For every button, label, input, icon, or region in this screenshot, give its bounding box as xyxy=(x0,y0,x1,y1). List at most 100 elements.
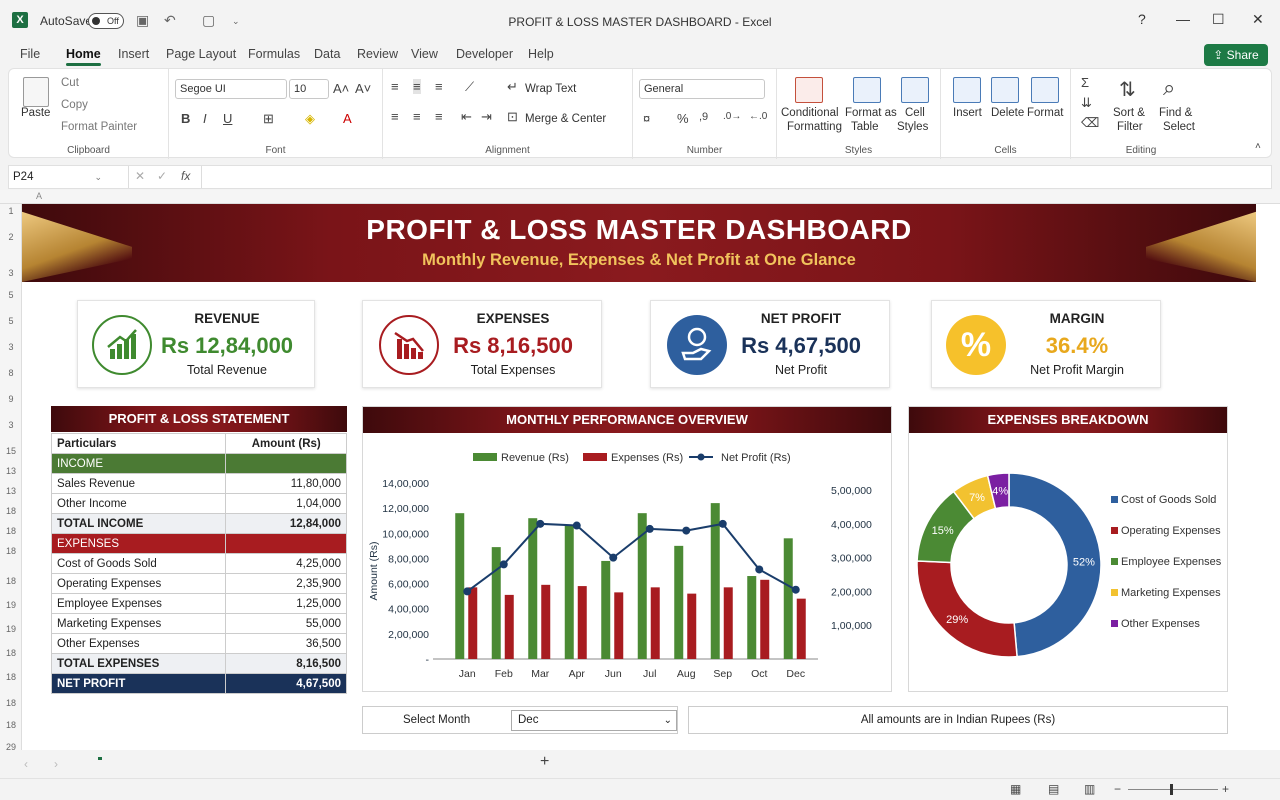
normal-view-icon[interactable]: ▦ xyxy=(1010,782,1021,796)
kpi-margin-card[interactable]: % MARGIN 36.4% Net Profit Margin xyxy=(931,300,1161,388)
format-painter-button[interactable]: Format Painter xyxy=(61,121,137,133)
tab-review[interactable]: Review xyxy=(357,47,398,61)
tab-formulas[interactable]: Formulas xyxy=(248,47,300,61)
tab-help[interactable]: Help xyxy=(528,47,554,61)
cut-button[interactable]: Cut xyxy=(61,77,79,89)
collapse-ribbon-icon[interactable]: ˄ xyxy=(1255,141,1261,152)
sort-filter-button[interactable]: Sort & xyxy=(1113,107,1145,119)
tab-view[interactable]: View xyxy=(411,47,438,61)
page-break-view-icon[interactable]: ▥ xyxy=(1084,782,1095,796)
align-bottom-icon[interactable]: ≡ xyxy=(435,79,443,94)
increase-font-icon[interactable]: A˄ xyxy=(333,81,349,96)
clear-icon[interactable]: ⌫ xyxy=(1081,115,1099,131)
pl-col-amount: Amount (Rs) xyxy=(225,433,347,454)
pl-total-expenses-row[interactable]: TOTAL EXPENSES 8,16,500 xyxy=(50,653,347,674)
tab-page-layout[interactable]: Page Layout xyxy=(166,47,236,61)
decrease-decimal-icon[interactable]: ←.0 xyxy=(749,111,767,122)
add-sheet-icon[interactable]: + xyxy=(540,753,549,771)
formula-input[interactable] xyxy=(201,166,1261,188)
insert-function-icon[interactable]: fx xyxy=(181,169,190,183)
table-row[interactable]: Operating Expenses 2,35,900 xyxy=(50,573,347,594)
merge-center-button[interactable]: Merge & Center xyxy=(525,113,606,125)
expenses-breakdown-chart[interactable]: 52% 29% 15% 7% 4% Cost of Goods Sold Operating… xyxy=(909,433,1229,693)
fill-icon[interactable]: ⇊ xyxy=(1081,95,1092,111)
kpi-net-profit-card[interactable]: NET PROFIT Rs 4,67,500 Net Profit xyxy=(650,300,890,388)
table-row[interactable]: Employee Expenses 1,25,000 xyxy=(50,593,347,614)
autosave-toggle[interactable]: Off xyxy=(88,13,124,29)
name-box[interactable]: P24 ⌄ xyxy=(9,166,129,188)
tab-insert[interactable]: Insert xyxy=(118,47,149,61)
prev-sheet-icon[interactable]: ‹ xyxy=(24,757,28,771)
month-select[interactable]: Dec ⌄ xyxy=(511,710,677,731)
customize-qa-icon[interactable]: ⌄ xyxy=(232,16,240,27)
decrease-indent-icon[interactable]: ⇤ xyxy=(461,109,472,125)
table-row[interactable]: Other Income 1,04,000 xyxy=(50,493,347,514)
delete-cells-button[interactable]: Delete xyxy=(991,107,1024,119)
decrease-font-icon[interactable]: A˅ xyxy=(355,81,371,96)
percent-icon[interactable]: % xyxy=(677,111,689,126)
next-sheet-icon[interactable]: › xyxy=(54,757,58,771)
tab-home[interactable]: Home xyxy=(66,47,101,66)
font-color-icon[interactable]: A xyxy=(343,111,352,126)
align-top-icon[interactable]: ≡ xyxy=(391,79,399,94)
pl-total-income-row[interactable]: TOTAL INCOME 12,84,000 xyxy=(50,513,347,534)
kpi-expenses-card[interactable]: EXPENSES Rs 8,16,500 Total Expenses xyxy=(362,300,602,388)
table-row[interactable]: Cost of Goods Sold 4,25,000 xyxy=(50,553,347,574)
align-middle-icon[interactable]: ≡ xyxy=(413,79,421,94)
align-right-icon[interactable]: ≡ xyxy=(435,109,443,124)
paste-button[interactable]: Paste xyxy=(21,107,50,119)
zoom-slider[interactable] xyxy=(1128,789,1218,790)
format-cells-button[interactable]: Format xyxy=(1027,107,1063,119)
tab-file[interactable]: File xyxy=(20,47,40,61)
save-icon[interactable]: ▣ xyxy=(136,12,149,29)
name-box-dropdown-icon[interactable]: ⌄ xyxy=(94,166,102,188)
zoom-out-icon[interactable]: − xyxy=(1114,782,1121,796)
autosum-icon[interactable]: Σ xyxy=(1081,75,1089,90)
align-left-icon[interactable]: ≡ xyxy=(391,109,399,124)
font-size-select[interactable]: 10 xyxy=(289,79,329,99)
currency-icon[interactable]: ¤ xyxy=(643,111,650,126)
comma-icon[interactable]: ,9 xyxy=(699,111,708,123)
orientation-icon[interactable]: ⟋ xyxy=(465,79,474,95)
conditional-formatting-button[interactable]: Conditional xyxy=(781,107,839,119)
font-name-select[interactable]: Segoe UI xyxy=(175,79,287,99)
table-row[interactable]: Marketing Expenses 55,000 xyxy=(50,613,347,634)
wrap-text-button[interactable]: Wrap Text xyxy=(525,83,576,95)
zoom-in-icon[interactable]: + xyxy=(1222,782,1229,796)
number-format-select[interactable]: General xyxy=(639,79,765,99)
bold-icon[interactable]: B xyxy=(181,111,190,126)
share-button[interactable]: ⇪ Share xyxy=(1204,44,1268,66)
cell-styles-button[interactable]: Cell xyxy=(905,107,925,119)
table-row[interactable]: Sales Revenue 11,80,000 xyxy=(50,473,347,494)
redo-icon[interactable]: ▢ xyxy=(202,12,215,29)
kpi-revenue-card[interactable]: REVENUE Rs 12,84,000 Total Revenue xyxy=(77,300,315,388)
align-center-icon[interactable]: ≡ xyxy=(413,109,421,124)
help-icon[interactable]: ? xyxy=(1138,11,1146,27)
italic-icon[interactable]: I xyxy=(203,111,207,126)
pl-net-profit-row[interactable]: NET PROFIT 4,67,500 xyxy=(50,673,347,694)
zoom-slider-thumb[interactable] xyxy=(1170,784,1173,795)
minimize-icon[interactable]: — xyxy=(1176,11,1190,27)
fill-color-icon[interactable]: ◈ xyxy=(305,111,315,127)
format-table-button[interactable]: Format as xyxy=(845,107,897,119)
increase-indent-icon[interactable]: ⇥ xyxy=(481,109,492,125)
paste-icon[interactable] xyxy=(23,77,49,107)
undo-icon[interactable]: ↶ xyxy=(164,12,176,29)
cancel-icon[interactable]: ✕ xyxy=(135,169,145,183)
x-tick: Apr xyxy=(569,668,586,680)
copy-button[interactable]: Copy xyxy=(61,99,88,111)
borders-icon[interactable]: ⊞ xyxy=(263,111,274,127)
underline-icon[interactable]: U xyxy=(223,111,232,126)
enter-icon[interactable]: ✓ xyxy=(157,169,167,183)
page-layout-view-icon[interactable]: ▤ xyxy=(1048,782,1059,796)
increase-decimal-icon[interactable]: .0→ xyxy=(723,111,741,122)
find-select-button[interactable]: Find & xyxy=(1159,107,1192,119)
table-row[interactable]: Other Expenses 36,500 xyxy=(50,633,347,654)
close-icon[interactable]: ✕ xyxy=(1252,11,1264,28)
insert-cells-button[interactable]: Insert xyxy=(953,107,982,119)
tab-developer[interactable]: Developer xyxy=(456,47,513,61)
tab-data[interactable]: Data xyxy=(314,47,340,61)
cell-styles-label: Styles xyxy=(897,121,929,133)
maximize-icon[interactable]: ☐ xyxy=(1212,11,1225,28)
monthly-performance-chart[interactable]: Revenue (Rs) Expenses (Rs) Net Profit (Rs)… xyxy=(363,433,893,693)
